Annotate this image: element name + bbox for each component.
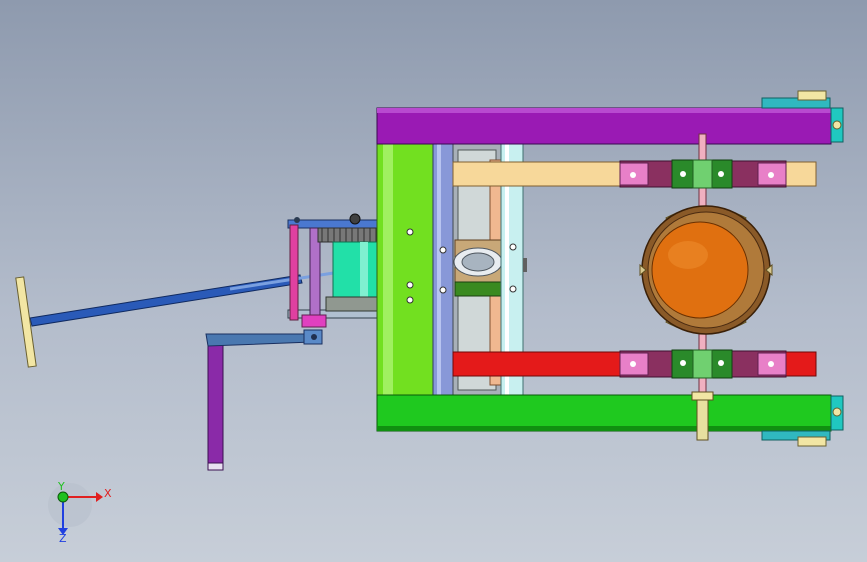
axis-triad — [48, 483, 103, 535]
upper-cream-rail — [452, 159, 817, 189]
bottom-green-beam — [376, 394, 844, 447]
crank-handle — [205, 329, 323, 471]
top-purple-beam — [376, 90, 844, 145]
lower-red-rail — [452, 349, 817, 379]
z-axis-label: Z — [59, 532, 67, 545]
frame-left-side — [376, 142, 454, 396]
cad-model-view — [15, 90, 844, 535]
cad-viewport[interactable]: X Y Z — [0, 0, 867, 562]
x-axis-label: X — [104, 487, 112, 500]
orange-drum — [639, 205, 773, 335]
y-axis-label: Y — [58, 480, 65, 493]
y-axis-dot — [57, 491, 69, 503]
